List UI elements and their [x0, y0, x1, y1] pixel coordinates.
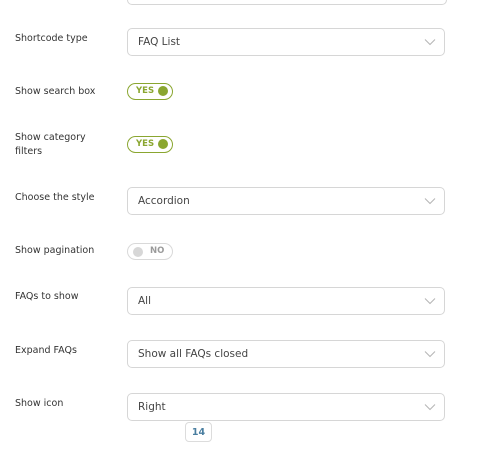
- previous-field-dropdown[interactable]: [127, 0, 447, 5]
- show-category-filters-label: Show category filters: [15, 132, 86, 157]
- faqs-to-show-value: All: [138, 295, 152, 307]
- chevron-down-icon: [424, 39, 436, 46]
- show-category-filters-toggle[interactable]: YES: [127, 136, 173, 153]
- expand-faqs-value: Show all FAQs closed: [138, 348, 249, 360]
- toggle-state-text: YES: [136, 139, 155, 149]
- toggle-knob-icon: [158, 139, 168, 149]
- choose-style-label: Choose the style: [15, 192, 95, 203]
- shortcode-type-select[interactable]: FAQ List: [127, 28, 445, 56]
- toggle-knob-icon: [133, 247, 143, 257]
- faqs-to-show-label: FAQs to show: [15, 291, 79, 302]
- show-icon-label: Show icon: [15, 398, 64, 409]
- chevron-down-icon: [424, 351, 436, 358]
- chevron-down-icon: [424, 198, 436, 205]
- choose-style-select[interactable]: Accordion: [127, 187, 445, 215]
- toggle-state-text: NO: [150, 246, 165, 256]
- choose-style-value: Accordion: [138, 195, 190, 207]
- show-search-box-toggle[interactable]: YES: [127, 83, 173, 100]
- bottom-fade: [0, 442, 482, 452]
- show-icon-value: Right: [138, 401, 166, 413]
- shortcode-type-value: FAQ List: [138, 36, 181, 48]
- toggle-knob-icon: [158, 86, 168, 96]
- show-icon-select[interactable]: Right: [127, 393, 445, 421]
- expand-faqs-label: Expand FAQs: [15, 345, 77, 356]
- expand-faqs-select[interactable]: Show all FAQs closed: [127, 340, 445, 368]
- shortcode-type-label: Shortcode type: [15, 33, 88, 44]
- show-search-box-label: Show search box: [15, 86, 96, 97]
- toggle-state-text: YES: [136, 86, 155, 96]
- page-number-badge: 14: [185, 422, 212, 442]
- chevron-down-icon: [424, 298, 436, 305]
- chevron-down-icon: [424, 404, 436, 411]
- show-pagination-label: Show pagination: [15, 245, 95, 256]
- show-pagination-toggle[interactable]: NO: [127, 243, 173, 260]
- faqs-to-show-select[interactable]: All: [127, 287, 445, 315]
